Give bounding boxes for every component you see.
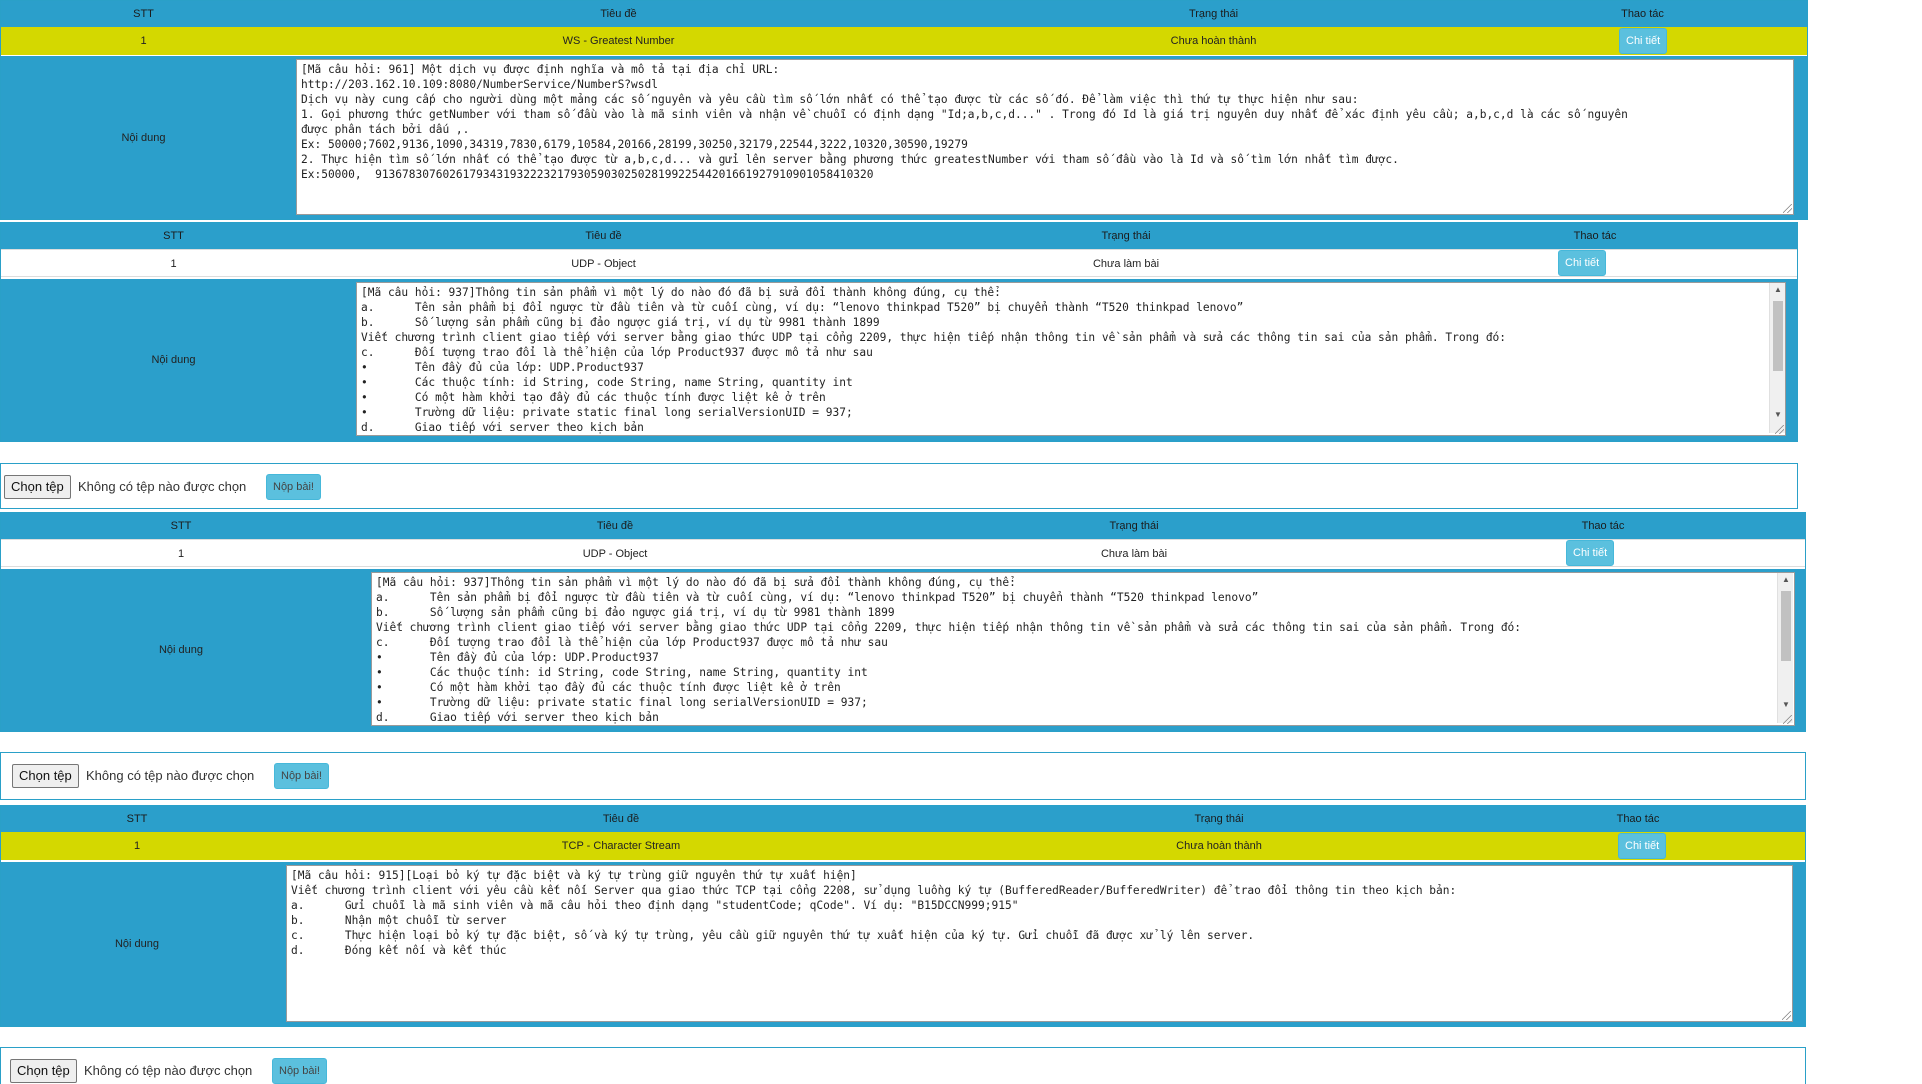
no-file-text: Không có tệp nào được chọn <box>86 768 255 783</box>
submit-button[interactable]: Nộp bài! <box>274 763 329 789</box>
content-row: Nội dung [Mã câu hỏi: 937]Thông tin sản … <box>1 279 1797 441</box>
content-label: Nội dung <box>151 354 196 366</box>
header-stt: STT <box>126 813 148 825</box>
textarea-scrollbar[interactable]: ▲ ▼ <box>1777 573 1793 723</box>
submit-button[interactable]: Nộp bài! <box>266 474 321 500</box>
row-title: WS - Greatest Number <box>562 35 675 47</box>
table-header: STT Tiêu đề Trạng thái Thao tác <box>1 223 1797 249</box>
upload-form-tcp: Chọn tệp Không có tệp nào được chọn Nộp … <box>0 1047 1806 1084</box>
header-stt: STT <box>133 8 154 20</box>
table-row: 1 UDP - Object Chưa làm bài Chi tiết <box>1 249 1797 277</box>
row-stt: 1 <box>170 258 177 270</box>
header-stt: STT <box>170 520 192 532</box>
upload-form-udp-2: Chọn tệp Không có tệp nào được chọn Nộp … <box>0 752 1806 800</box>
row-title: UDP - Object <box>571 258 636 270</box>
content-label: Nội dung <box>121 131 166 144</box>
table-header: STT Tiêu đề Trạng thái Thao tác <box>1 806 1805 832</box>
row-title: UDP - Object <box>582 548 648 560</box>
table-row: 1 UDP - Object Chưa làm bài Chi tiết <box>1 539 1805 567</box>
detail-button[interactable]: Chi tiết <box>1558 250 1607 276</box>
resize-grip-icon[interactable] <box>1782 1011 1791 1020</box>
row-title: TCP - Character Stream <box>561 840 681 852</box>
header-status: Trạng thái <box>1101 230 1151 242</box>
resize-grip-icon[interactable] <box>1783 204 1792 213</box>
header-status: Trạng thái <box>1194 813 1244 825</box>
header-title: Tiêu đề <box>585 230 622 242</box>
row-status: Chưa hoàn thành <box>1170 35 1257 47</box>
header-stt: STT <box>163 230 184 242</box>
header-status: Trạng thái <box>1188 8 1239 20</box>
header-status: Trạng thái <box>1109 520 1159 532</box>
detail-button[interactable]: Chi tiết <box>1618 833 1667 859</box>
question-table-udp-1: STT Tiêu đề Trạng thái Thao tác 1 UDP - … <box>0 222 1798 442</box>
resize-grip-icon[interactable] <box>1783 715 1792 724</box>
content-label: Nội dung <box>158 644 204 656</box>
header-action: Thao tác <box>1621 8 1664 20</box>
choose-file-button[interactable]: Chọn tệp <box>10 1059 77 1083</box>
content-label: Nội dung <box>114 938 160 950</box>
scrollbar-thumb[interactable] <box>1773 301 1783 371</box>
row-stt: 1 <box>140 35 147 47</box>
content-row: Nội dung [Mã câu hỏi: 915][Loại bỏ ký tự… <box>1 862 1805 1026</box>
detail-button[interactable]: Chi tiết <box>1566 540 1615 566</box>
scroll-down-icon[interactable]: ▼ <box>1778 700 1794 709</box>
header-title: Tiêu đề <box>596 520 634 532</box>
question-table-tcp: STT Tiêu đề Trạng thái Thao tác 1 TCP - … <box>0 805 1806 1027</box>
header-action: Thao tác <box>1581 520 1625 532</box>
no-file-text: Không có tệp nào được chọn <box>84 1063 253 1078</box>
submit-button[interactable]: Nộp bài! <box>272 1058 327 1084</box>
content-textarea[interactable]: [Mã câu hỏi: 937]Thông tin sản phẩm vì m… <box>371 572 1795 726</box>
scrollbar-thumb[interactable] <box>1781 591 1791 661</box>
header-title: Tiêu đề <box>600 8 637 20</box>
header-action: Thao tác <box>1616 813 1660 825</box>
header-title: Tiêu đề <box>602 813 640 825</box>
content-row: Nội dung [Mã câu hỏi: 937]Thông tin sản … <box>1 569 1805 731</box>
content-textarea[interactable]: [Mã câu hỏi: 915][Loại bỏ ký tự đặc biệt… <box>286 865 1793 1022</box>
question-table-ws: STT Tiêu đề Trạng thái Thao tác 1 WS - G… <box>0 0 1808 220</box>
row-stt: 1 <box>177 548 185 560</box>
no-file-text: Không có tệp nào được chọn <box>78 479 247 494</box>
content-textarea[interactable]: [Mã câu hỏi: 937]Thông tin sản phẩm vì m… <box>356 282 1786 436</box>
content-textarea[interactable]: [Mã câu hỏi: 961] Một dịch vụ được định … <box>296 59 1794 215</box>
table-row: 1 WS - Greatest Number Chưa hoàn thành C… <box>1 27 1807 55</box>
row-status: Chưa làm bài <box>1092 258 1160 270</box>
choose-file-button[interactable]: Chọn tệp <box>12 764 79 788</box>
row-status: Chưa hoàn thành <box>1176 840 1262 852</box>
table-row: 1 TCP - Character Stream Chưa hoàn thành… <box>1 832 1805 860</box>
detail-button[interactable]: Chi tiết <box>1619 28 1668 54</box>
table-header: STT Tiêu đề Trạng thái Thao tác <box>1 513 1805 539</box>
scroll-up-icon[interactable]: ▲ <box>1778 575 1794 584</box>
content-row: Nội dung [Mã câu hỏi: 961] Một dịch vụ đ… <box>1 56 1807 219</box>
upload-form-udp-1: Chọn tệp Không có tệp nào được chọn Nộp … <box>0 463 1798 509</box>
row-status: Chưa làm bài <box>1100 548 1168 560</box>
question-table-udp-2: STT Tiêu đề Trạng thái Thao tác 1 UDP - … <box>0 512 1806 732</box>
choose-file-button[interactable]: Chọn tệp <box>4 475 71 499</box>
resize-grip-icon[interactable] <box>1775 425 1784 434</box>
row-stt: 1 <box>133 840 141 852</box>
header-action: Thao tác <box>1573 230 1617 242</box>
scroll-down-icon[interactable]: ▼ <box>1770 410 1786 419</box>
table-header: STT Tiêu đề Trạng thái Thao tác <box>1 1 1807 27</box>
textarea-scrollbar[interactable]: ▲ ▼ <box>1769 283 1785 433</box>
scroll-up-icon[interactable]: ▲ <box>1770 285 1786 294</box>
